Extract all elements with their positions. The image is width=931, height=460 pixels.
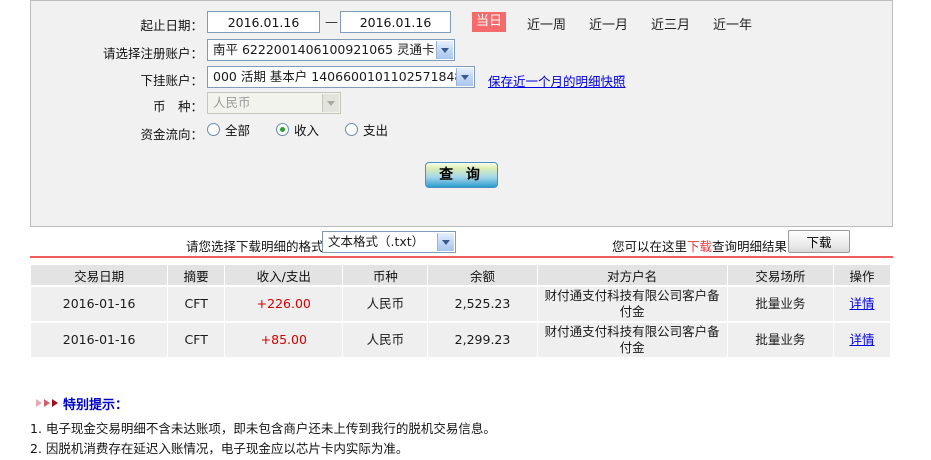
radio-expense-label: 支出 (363, 120, 388, 139)
date-range-separator: — (325, 15, 338, 30)
col-header-counterparty: 对方户名 (538, 265, 727, 285)
table-row: 2016-01-16 CFT +85.00 人民币 2,299.23 财付通支付… (31, 323, 890, 357)
currency-select: 人民币 (207, 92, 341, 114)
chevron-down-icon (322, 94, 339, 112)
table-row: 2016-01-16 CFT +226.00 人民币 2,525.23 财付通支… (31, 287, 890, 321)
register-account-select[interactable]: 南平 6222001406100921065 灵通卡 (207, 39, 455, 61)
download-hint-prefix: 您可以在这里 (612, 239, 687, 254)
quick-range-quarter[interactable]: 近三月 (651, 14, 690, 33)
sub-account-label: 下挂账户： (30, 70, 203, 89)
radio-income-label: 收入 (294, 120, 319, 139)
download-format-value: 文本格式（.txt） (328, 234, 424, 249)
cell-balance: 2,525.23 (428, 287, 536, 321)
red-separator-line (30, 256, 893, 258)
radio-income[interactable]: 收入 (276, 120, 319, 139)
col-header-date: 交易日期 (31, 265, 167, 285)
fund-direction-group: 全部 收入 支出 (207, 120, 414, 139)
download-button[interactable]: 下载 (788, 230, 850, 253)
download-format-label: 请您选择下载明细的格式 (186, 236, 324, 255)
transaction-detail-page: 起止日期： — 当日 近一周 近一月 近三月 近一年 请选择注册账户： 南平 6… (0, 0, 931, 460)
fund-direction-label: 资金流向： (30, 124, 203, 143)
start-date-input[interactable] (207, 11, 320, 33)
cell-date: 2016-01-16 (31, 287, 167, 321)
radio-icon[interactable] (207, 123, 220, 136)
transaction-table: 交易日期 摘要 收入/支出 币种 余额 对方户名 交易场所 操作 2016-01… (30, 263, 891, 359)
cell-currency: 人民币 (343, 323, 427, 357)
query-button[interactable]: 查 询 (425, 162, 498, 188)
sub-account-select[interactable]: 000 活期 基本户 1406600101102571848 (207, 66, 475, 88)
col-header-amount: 收入/支出 (225, 265, 342, 285)
register-account-value: 南平 6222001406100921065 灵通卡 (213, 42, 435, 57)
cell-amount: +226.00 (225, 287, 342, 321)
note-item-1: 1. 电子现金交易明细不含未达账项，即未包含商户还未上传到我行的脱机交易信息。 (30, 418, 496, 437)
download-hint: 您可以在这里下载查询明细结果 (612, 236, 787, 255)
currency-label: 币 种： (30, 96, 203, 115)
quick-range-year[interactable]: 近一年 (713, 14, 752, 33)
col-header-venue: 交易场所 (728, 265, 833, 285)
note-arrows-icon (36, 399, 60, 407)
chevron-down-icon[interactable] (437, 233, 454, 251)
download-hint-suffix: 查询明细结果 (712, 239, 787, 254)
cell-summary: CFT (168, 287, 224, 321)
cell-summary: CFT (168, 323, 224, 357)
save-snapshot-link[interactable]: 保存近一个月的明细快照 (488, 71, 626, 90)
radio-icon[interactable] (345, 123, 358, 136)
radio-checked-icon[interactable] (276, 123, 289, 136)
detail-link[interactable]: 详情 (849, 332, 874, 347)
currency-value: 人民币 (213, 95, 251, 110)
note-item-2: 2. 因脱机消费存在延迟入账情况，电子现金应以芯片卡内实际为准。 (30, 438, 408, 457)
col-header-action: 操作 (834, 265, 890, 285)
chevron-down-icon[interactable] (456, 68, 473, 86)
quick-range-today[interactable]: 当日 (472, 12, 506, 32)
radio-all[interactable]: 全部 (207, 120, 250, 139)
radio-expense[interactable]: 支出 (345, 120, 388, 139)
end-date-input[interactable] (340, 11, 451, 33)
cell-date: 2016-01-16 (31, 323, 167, 357)
cell-venue: 批量业务 (728, 287, 833, 321)
date-range-label: 起止日期： (30, 15, 203, 34)
col-header-summary: 摘要 (168, 265, 224, 285)
quick-range-month[interactable]: 近一月 (589, 14, 628, 33)
cell-balance: 2,299.23 (428, 323, 536, 357)
cell-counterparty: 财付通支付科技有限公司客户备付金 (538, 323, 727, 357)
cell-counterparty: 财付通支付科技有限公司客户备付金 (538, 287, 727, 321)
quick-range-week[interactable]: 近一周 (527, 14, 566, 33)
detail-link[interactable]: 详情 (849, 296, 874, 311)
table-header-row: 交易日期 摘要 收入/支出 币种 余额 对方户名 交易场所 操作 (31, 265, 890, 285)
cell-currency: 人民币 (343, 287, 427, 321)
download-hint-word[interactable]: 下载 (687, 239, 712, 254)
register-account-label: 请选择注册账户： (30, 43, 203, 62)
cell-amount: +85.00 (225, 323, 342, 357)
col-header-balance: 余额 (428, 265, 536, 285)
download-format-select[interactable]: 文本格式（.txt） (322, 231, 456, 253)
col-header-currency: 币种 (343, 265, 427, 285)
notes-title: 特别提示： (63, 394, 128, 413)
sub-account-value: 000 活期 基本户 1406600101102571848 (213, 69, 462, 84)
chevron-down-icon[interactable] (436, 41, 453, 59)
radio-all-label: 全部 (225, 120, 250, 139)
cell-venue: 批量业务 (728, 323, 833, 357)
